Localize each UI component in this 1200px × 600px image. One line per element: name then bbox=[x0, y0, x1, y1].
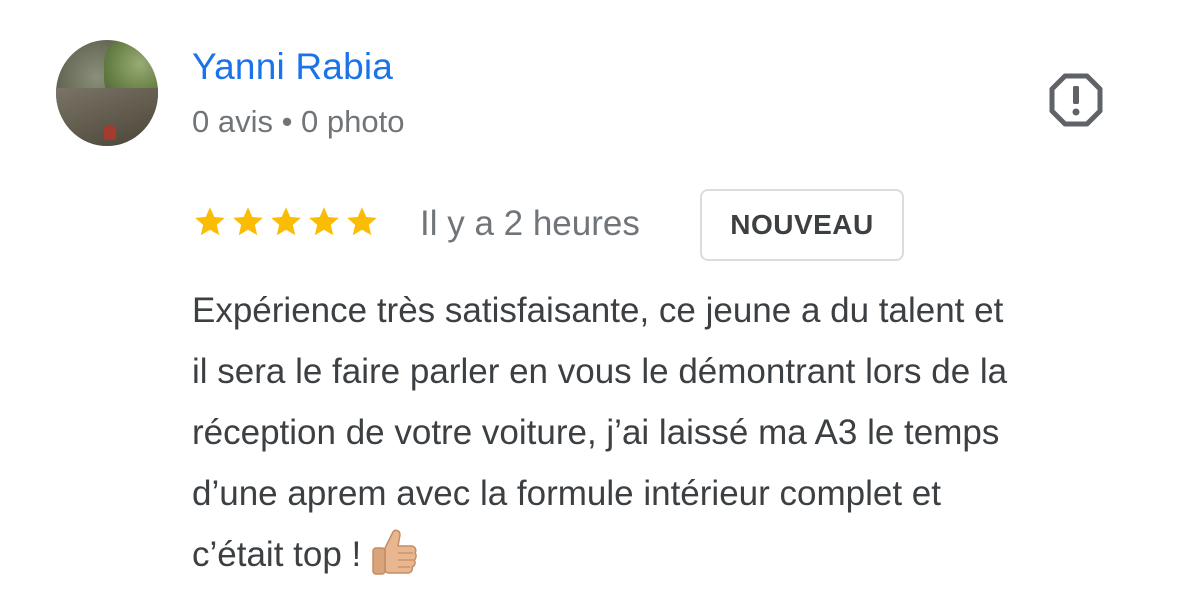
avatar[interactable] bbox=[56, 40, 158, 146]
new-badge: NOUVEAU bbox=[700, 189, 904, 261]
review-text-last-line: c’était top ! bbox=[192, 524, 1152, 585]
review-text-line: il sera le faire parler en vous le démon… bbox=[192, 352, 1008, 391]
star-icon bbox=[309, 207, 339, 236]
review-text-line: d’une aprem avec la formule intérieur co… bbox=[192, 474, 941, 513]
review-text-line: Expérience très satisfaisante, ce jeune … bbox=[192, 291, 1004, 330]
review-text-line: c’était top ! bbox=[192, 535, 362, 574]
star-rating bbox=[192, 202, 380, 242]
report-flag-icon[interactable] bbox=[1048, 72, 1104, 128]
reviewer-meta: 0 avis • 0 photo bbox=[192, 104, 405, 139]
star-icon bbox=[233, 207, 263, 236]
review-text-line: réception de votre voiture, j’ai laissé … bbox=[192, 413, 1000, 452]
review-card: Yanni Rabia 0 avis • 0 photo Il y a 2 he… bbox=[0, 0, 1200, 600]
review-text: Expérience très satisfaisante, ce jeune … bbox=[192, 280, 1152, 585]
thumbs-up-icon bbox=[372, 529, 418, 575]
star-icon bbox=[271, 207, 301, 236]
star-icon bbox=[195, 207, 225, 236]
reviewer-name[interactable]: Yanni Rabia bbox=[192, 44, 393, 90]
star-icon bbox=[347, 207, 377, 236]
review-time: Il y a 2 heures bbox=[420, 204, 640, 243]
avatar-figure bbox=[104, 126, 116, 140]
